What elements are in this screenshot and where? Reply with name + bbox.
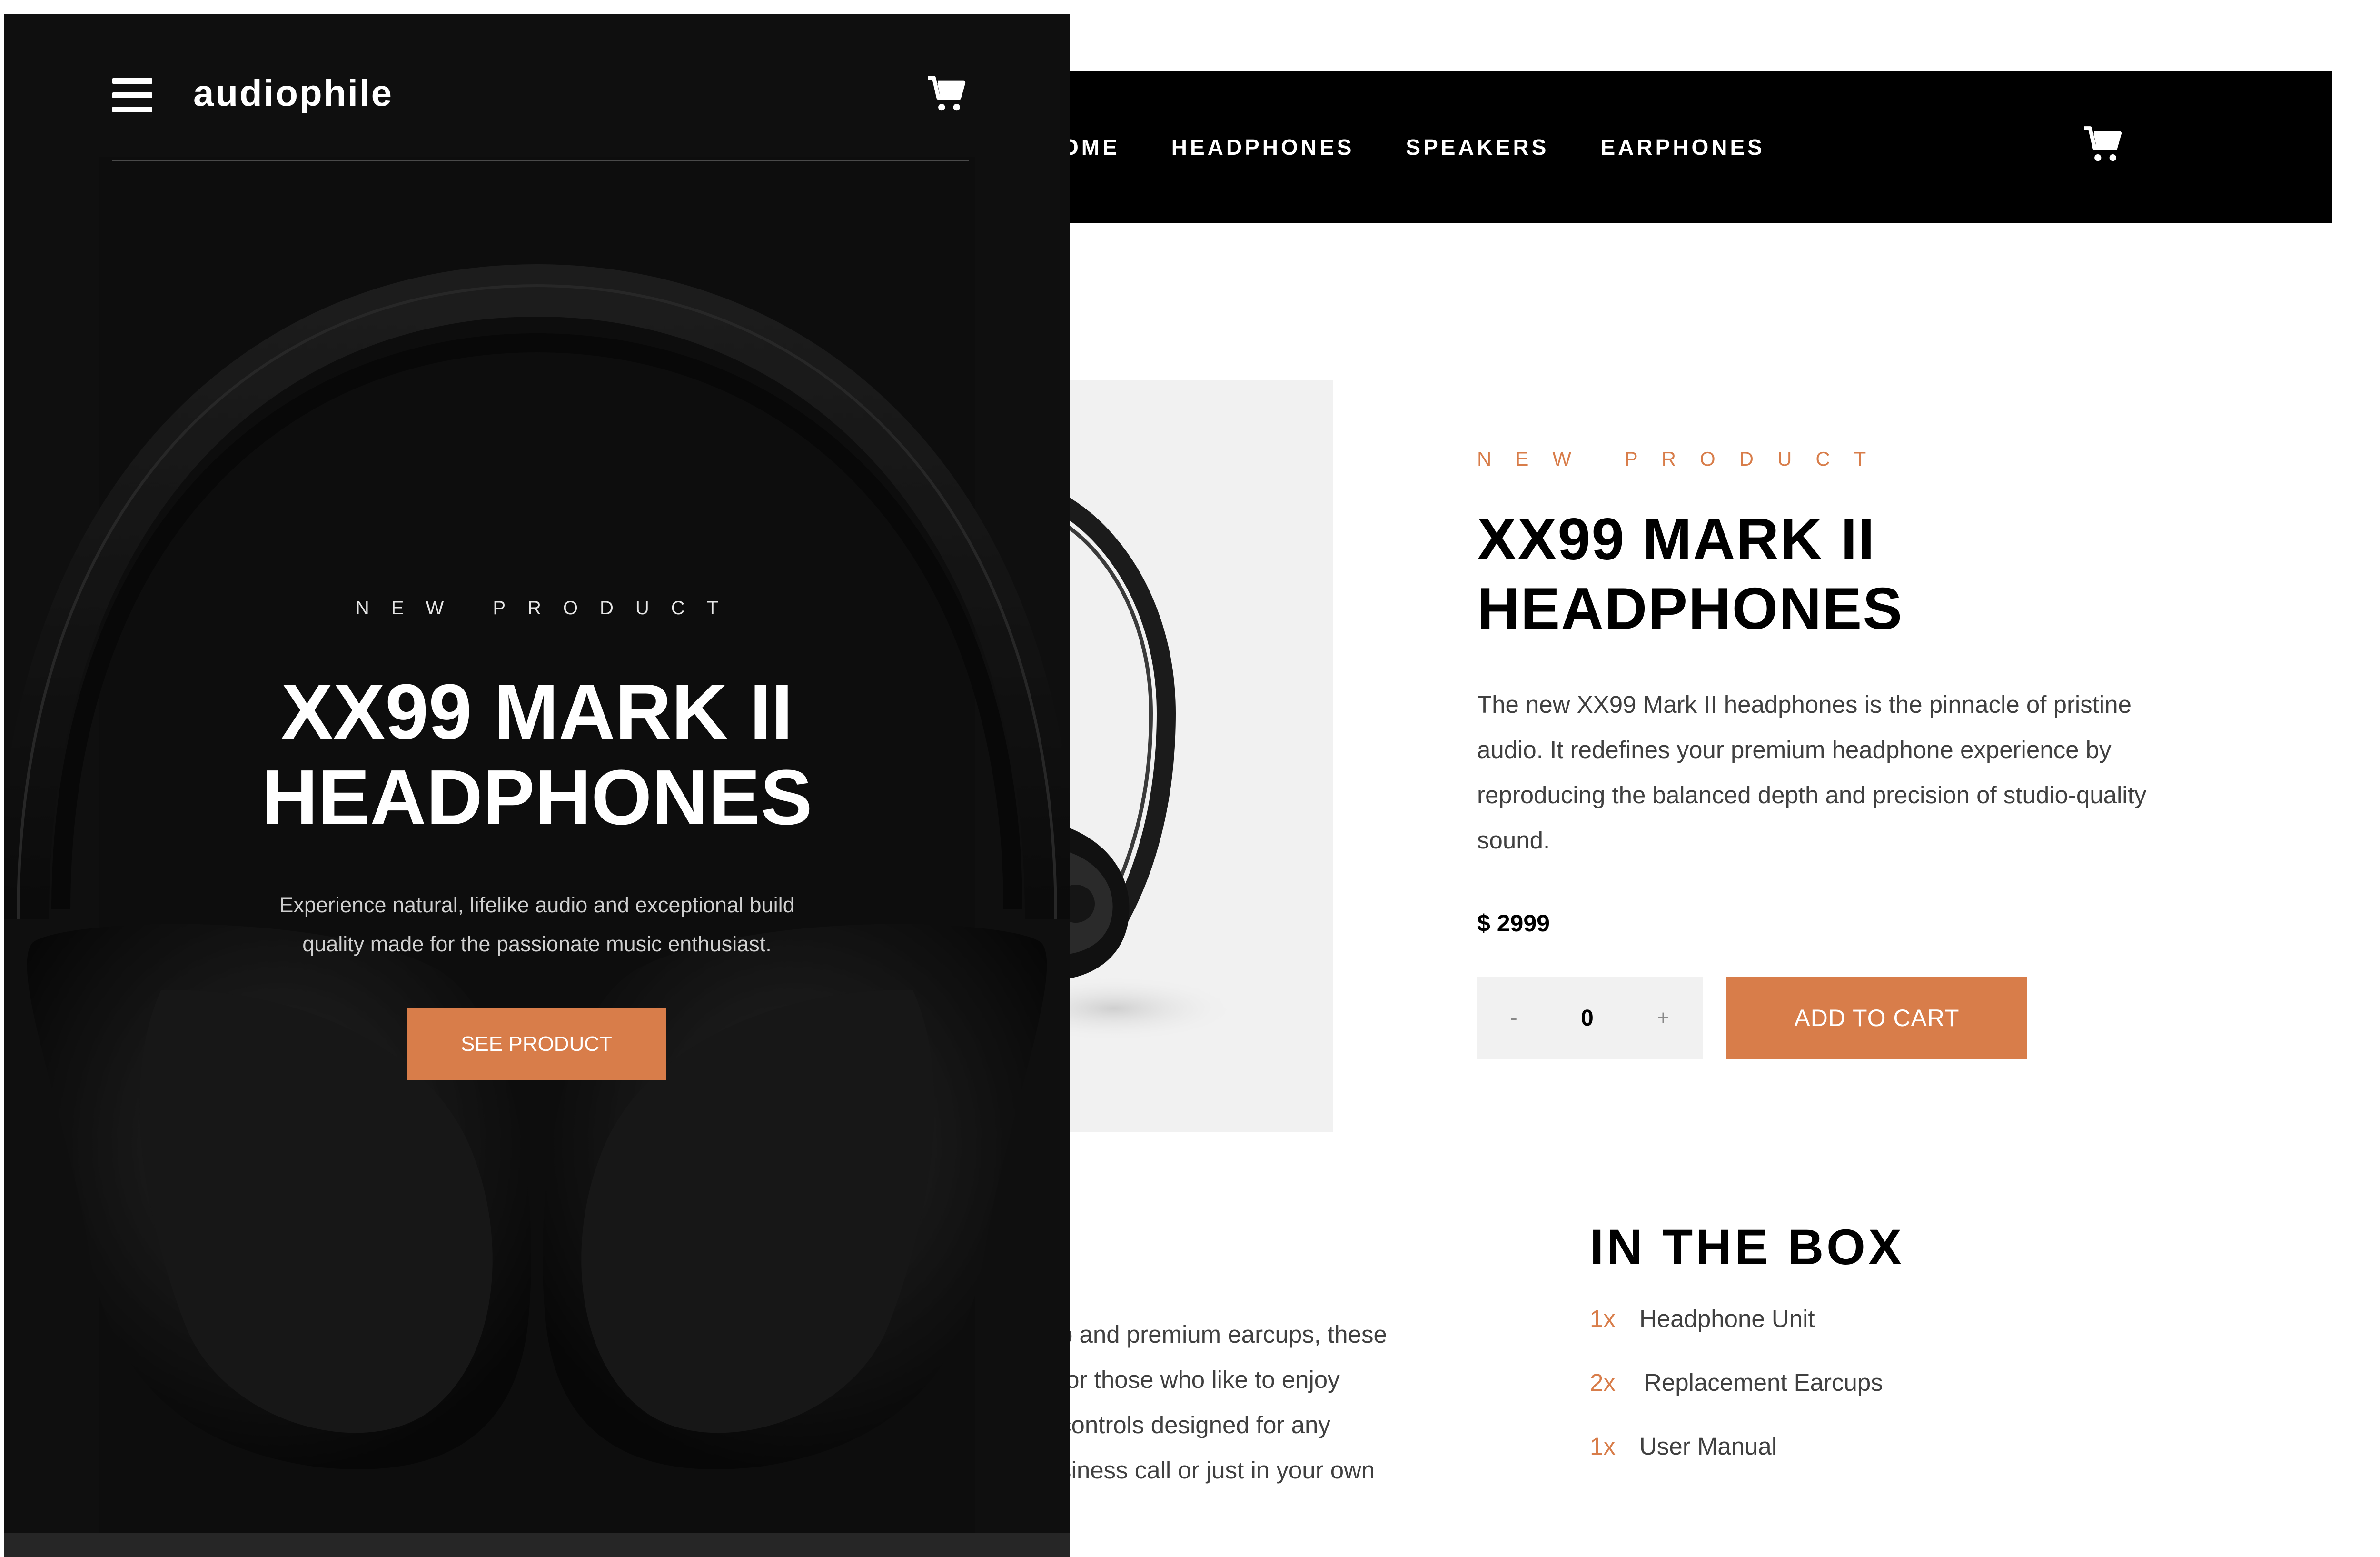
- hero-title-line: HEADPHONES: [261, 754, 813, 841]
- list-item: 1x User Manual: [1590, 1432, 1904, 1496]
- new-product-eyebrow: NEW PRODUCT: [1477, 448, 1890, 470]
- in-the-box-section: IN THE BOX 1x Headphone Unit 2x Replacem…: [1590, 1219, 1904, 1496]
- add-to-cart-button[interactable]: ADD TO CART: [1726, 977, 2027, 1059]
- features-line: controls designed for any: [1059, 1411, 1330, 1438]
- cart-icon[interactable]: [2082, 123, 2125, 166]
- purchase-row: - 0 + ADD TO CART: [1477, 977, 2191, 1059]
- desktop-nav-links: OME HEADPHONES SPEAKERS EARPHONES: [1023, 71, 1816, 223]
- item-quantity: 1x: [1590, 1305, 1616, 1332]
- hero-description-line: Experience natural, lifelike audio and e…: [279, 893, 795, 917]
- in-the-box-title: IN THE BOX: [1590, 1219, 1904, 1275]
- see-product-button[interactable]: SEE PRODUCT: [407, 1008, 666, 1080]
- quantity-value[interactable]: 0: [1581, 1005, 1594, 1031]
- features-line: siness call or just in your own: [1059, 1457, 1375, 1484]
- hero-eyebrow: NEW PRODUCT: [355, 598, 741, 619]
- list-item: 2x Replacement Earcups: [1590, 1368, 1904, 1432]
- nav-link-home[interactable]: OME: [1061, 134, 1120, 160]
- features-text: p and premium earcups, these for those w…: [1059, 1312, 1449, 1521]
- item-name: User Manual: [1639, 1433, 1777, 1460]
- hamburger-menu-icon[interactable]: [112, 76, 155, 114]
- mobile-window: audiophile NEW PRODUCT XX99 MARK II HEAD…: [4, 14, 1070, 1557]
- in-the-box-list: 1x Headphone Unit 2x Replacement Earcups…: [1590, 1305, 1904, 1496]
- logo[interactable]: audiophile: [193, 71, 393, 115]
- product-title: XX99 MARK II HEADPHONES: [1477, 507, 1904, 642]
- features-line: for those who like to enjoy: [1059, 1366, 1340, 1393]
- quantity-decrement-button[interactable]: -: [1510, 1006, 1517, 1030]
- hero-description-line: quality made for the passionate music en…: [302, 932, 772, 956]
- hero-title: XX99 MARK II HEADPHONES: [4, 669, 1070, 840]
- hero-title-line: XX99 MARK II: [281, 668, 793, 755]
- quantity-stepper: - 0 +: [1477, 977, 1703, 1059]
- cart-icon[interactable]: [926, 72, 969, 115]
- item-name: Replacement Earcups: [1644, 1369, 1883, 1396]
- mobile-header: audiophile: [112, 62, 969, 161]
- product-details: NEW PRODUCT XX99 MARK II HEADPHONES The …: [1477, 448, 2191, 1059]
- product-price: $ 2999: [1477, 910, 1550, 937]
- hero-description: Experience natural, lifelike audio and e…: [4, 886, 1070, 964]
- item-quantity: 2x: [1590, 1369, 1616, 1396]
- desktop-navbar: OME HEADPHONES SPEAKERS EARPHONES: [1023, 71, 2332, 223]
- list-item: 1x Headphone Unit: [1590, 1305, 1904, 1368]
- quantity-increment-button[interactable]: +: [1657, 1006, 1669, 1030]
- item-quantity: 1x: [1590, 1433, 1616, 1460]
- item-name: Headphone Unit: [1639, 1305, 1815, 1332]
- nav-link-headphones[interactable]: HEADPHONES: [1171, 134, 1355, 160]
- nav-link-speakers[interactable]: SPEAKERS: [1406, 134, 1549, 160]
- product-description: The new XX99 Mark II headphones is the p…: [1477, 691, 2147, 854]
- nav-link-earphones[interactable]: EARPHONES: [1600, 134, 1765, 160]
- features-line: p and premium earcups, these: [1059, 1321, 1387, 1348]
